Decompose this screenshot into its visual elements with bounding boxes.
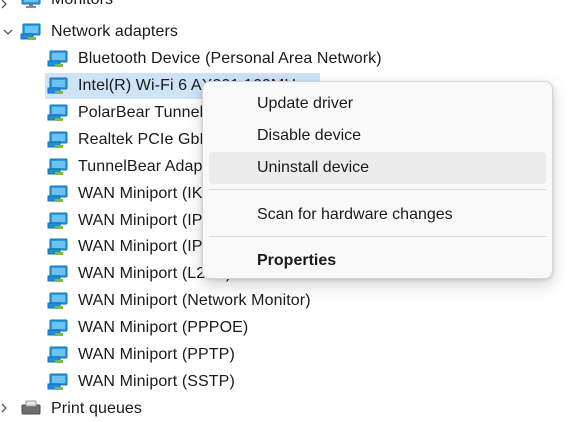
tree-item-label: PolarBear Tunnel bbox=[78, 104, 204, 121]
network-adapter-icon bbox=[47, 373, 69, 391]
network-adapter-icon bbox=[47, 212, 69, 230]
tree-item-adapter[interactable]: WAN Miniport (IPv6) bbox=[47, 234, 225, 260]
tree-item-adapter[interactable]: Realtek PCIe GbE bbox=[47, 127, 210, 153]
tree-item-label: WAN Miniport (PPTP) bbox=[78, 346, 235, 363]
network-adapter-icon bbox=[47, 131, 69, 149]
menu-item-scan-hardware[interactable]: Scan for hardware changes bbox=[209, 199, 546, 231]
network-adapter-icon bbox=[47, 50, 69, 68]
menu-item-label: Disable device bbox=[257, 127, 362, 144]
network-adapter-icon bbox=[47, 77, 69, 95]
tree-item-label: WAN Miniport (IP) bbox=[78, 212, 209, 229]
network-adapter-icon bbox=[47, 319, 69, 337]
menu-item-update-driver[interactable]: Update driver bbox=[209, 88, 546, 120]
tree-item-label: TunnelBear Adapter bbox=[78, 158, 222, 175]
menu-item-properties[interactable]: Properties bbox=[209, 245, 546, 277]
menu-item-label: Update driver bbox=[257, 95, 354, 112]
tree-item-network-adapters[interactable]: Network adapters bbox=[20, 19, 178, 45]
tree-item-adapter[interactable]: Bluetooth Device (Personal Area Network) bbox=[47, 46, 382, 72]
tree-item-label: Network adapters bbox=[51, 23, 178, 40]
printer-icon bbox=[20, 400, 42, 418]
tree-item-adapter[interactable]: PolarBear Tunnel bbox=[47, 100, 203, 126]
network-adapter-icon bbox=[47, 238, 69, 256]
network-adapter-icon bbox=[20, 23, 42, 41]
network-adapter-icon bbox=[47, 104, 69, 122]
tree-item-adapter[interactable]: WAN Miniport (PPPOE) bbox=[47, 315, 248, 341]
chevron-right-icon[interactable] bbox=[0, 0, 12, 12]
tree-item-adapter[interactable]: WAN Miniport (IP) bbox=[47, 208, 208, 234]
menu-item-label: Scan for hardware changes bbox=[257, 206, 453, 223]
menu-separator bbox=[209, 236, 546, 237]
menu-item-label: Properties bbox=[257, 252, 337, 269]
network-adapter-icon bbox=[47, 185, 69, 203]
menu-item-disable-device[interactable]: Disable device bbox=[209, 120, 546, 152]
network-adapter-icon bbox=[47, 292, 69, 310]
menu-item-label: Uninstall device bbox=[257, 159, 370, 176]
tree-item-monitors[interactable]: Monitors bbox=[20, 0, 113, 13]
context-menu: Update driver Disable device Uninstall d… bbox=[202, 81, 553, 279]
network-adapter-icon bbox=[47, 158, 69, 176]
tree-item-label: WAN Miniport (PPPOE) bbox=[78, 319, 249, 336]
chevron-down-icon[interactable] bbox=[0, 24, 16, 40]
tree-item-print-queues[interactable]: Print queues bbox=[20, 396, 142, 422]
network-adapter-icon bbox=[47, 346, 69, 364]
tree-item-adapter[interactable]: WAN Miniport (SSTP) bbox=[47, 369, 235, 395]
tree-item-adapter[interactable]: TunnelBear Adapter bbox=[47, 154, 222, 180]
tree-item-label: Monitors bbox=[51, 0, 113, 9]
tree-item-label: WAN Miniport (SSTP) bbox=[78, 373, 235, 390]
menu-item-uninstall-device[interactable]: Uninstall device bbox=[209, 152, 546, 184]
tree-item-adapter[interactable]: WAN Miniport (PPTP) bbox=[47, 342, 235, 368]
tree-item-label: Realtek PCIe GbE bbox=[78, 131, 211, 148]
tree-item-adapter[interactable]: WAN Miniport (Network Monitor) bbox=[47, 288, 311, 314]
chevron-right-icon[interactable] bbox=[0, 400, 12, 416]
tree-item-label: WAN Miniport (Network Monitor) bbox=[78, 292, 311, 309]
tree-item-label: Print queues bbox=[51, 400, 143, 417]
network-adapter-icon bbox=[47, 265, 69, 283]
monitor-icon bbox=[20, 0, 42, 9]
menu-separator bbox=[209, 189, 546, 190]
tree-item-label: Bluetooth Device (Personal Area Network) bbox=[78, 50, 382, 67]
